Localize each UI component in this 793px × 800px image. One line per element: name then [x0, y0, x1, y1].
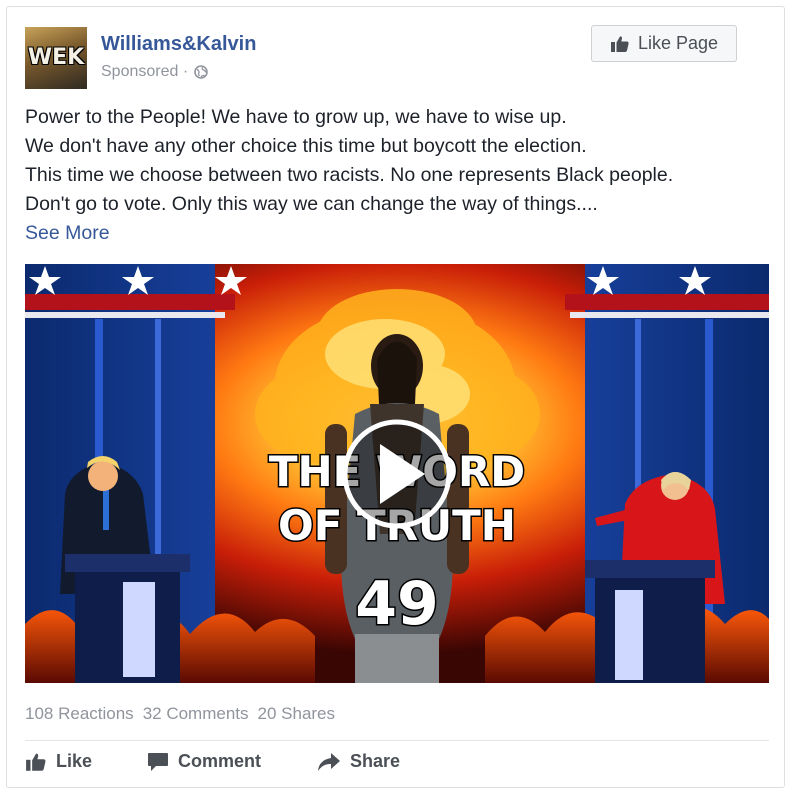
sponsored-label[interactable]: Sponsored ·	[101, 63, 188, 81]
share-button[interactable]: Share	[317, 751, 400, 772]
comment-icon	[148, 752, 168, 771]
comments-count[interactable]: 32 Comments	[143, 704, 249, 724]
post-text-line: Power to the People! We have to grow up,…	[25, 106, 567, 128]
comment-label: Comment	[178, 751, 262, 771]
actions-divider	[25, 740, 769, 741]
page-name-link[interactable]: Williams&Kalvin	[101, 33, 256, 56]
video-episode-number: 49	[355, 569, 439, 639]
post-text-line: This time we choose between two racists.…	[25, 164, 674, 186]
sponsored-post-card: WEK Williams&Kalvin Sponsored · Like Pag…	[6, 6, 785, 788]
post-action-bar: Like Comment Share	[25, 751, 769, 777]
page-avatar[interactable]: WEK	[25, 27, 87, 89]
avatar-logo-text: WEK	[27, 45, 85, 70]
reactions-count[interactable]: 108 Reactions	[25, 704, 134, 724]
share-label: Share	[350, 751, 401, 771]
like-page-label: Like Page	[637, 33, 719, 53]
post-text-line: Don't go to vote. Only this way we can c…	[25, 193, 598, 215]
play-icon[interactable]	[342, 419, 452, 529]
share-icon	[318, 752, 340, 771]
globe-icon	[194, 65, 208, 79]
like-label: Like	[56, 751, 93, 771]
sponsored-meta: Sponsored ·	[101, 63, 208, 81]
like-button[interactable]: Like	[25, 751, 92, 772]
post-text-line: We don't have any other choice this time…	[25, 135, 587, 157]
engagement-counts: 108 Reactions 32 Comments 20 Shares	[25, 704, 335, 724]
comment-button[interactable]: Comment	[147, 751, 261, 772]
shares-count[interactable]: 20 Shares	[258, 704, 336, 724]
post-message: Power to the People! We have to grow up,…	[25, 103, 775, 248]
thumbs-up-icon	[610, 35, 629, 52]
video-player[interactable]: THE WORD OF TRUTH 49	[25, 264, 769, 683]
see-more-link[interactable]: See More	[25, 219, 775, 248]
thumbs-up-icon	[26, 753, 46, 771]
like-page-button[interactable]: Like Page	[591, 25, 737, 62]
video-thumbnail: THE WORD OF TRUTH 49	[25, 264, 769, 683]
